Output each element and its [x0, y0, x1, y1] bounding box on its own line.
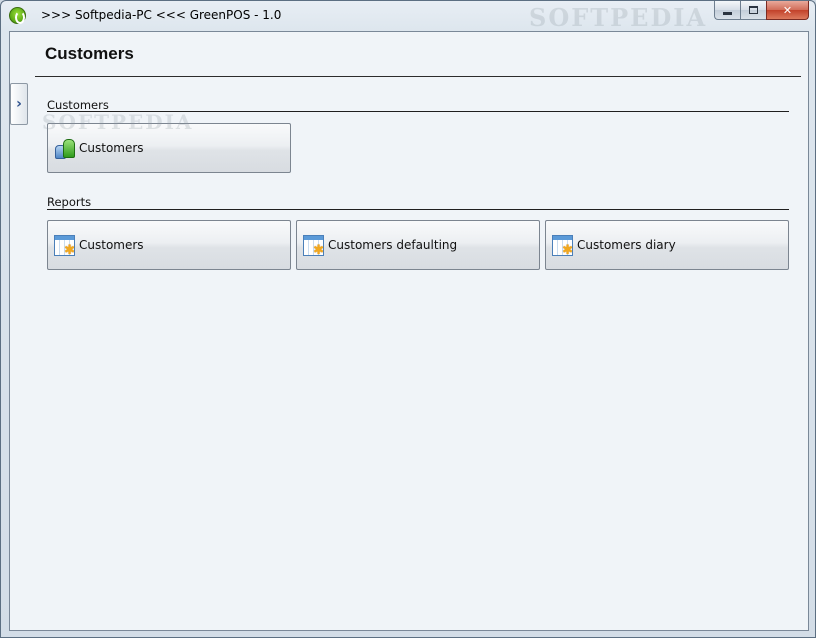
maximize-icon	[749, 6, 758, 14]
tile-label: Customers	[79, 141, 144, 155]
tile-report-customers-defaulting[interactable]: Customers defaulting	[296, 220, 540, 270]
tile-label: Customers	[79, 238, 144, 252]
close-button[interactable]: ✕	[766, 1, 809, 20]
report-icon	[54, 234, 75, 257]
window-controls: ✕	[714, 1, 809, 21]
group-divider-reports	[47, 209, 789, 210]
page-title: Customers	[45, 44, 134, 63]
group-label-customers: Customers	[47, 98, 109, 112]
window-title: >>> Softpedia-PC <<< GreenPOS - 1.0	[41, 8, 282, 22]
main-panel: › Customers Customers Customers SOFTPEDI…	[9, 31, 809, 631]
minimize-icon	[723, 11, 732, 15]
group-divider-customers	[47, 111, 789, 112]
maximize-button[interactable]	[740, 1, 766, 20]
tile-customers[interactable]: Customers	[47, 123, 291, 173]
users-icon	[54, 138, 75, 159]
close-icon: ✕	[782, 3, 793, 17]
tile-report-customers[interactable]: Customers	[47, 220, 291, 270]
tile-label: Customers diary	[577, 238, 676, 252]
report-icon	[303, 234, 324, 257]
group-label-reports: Reports	[47, 195, 92, 209]
tile-label: Customers defaulting	[328, 238, 458, 252]
title-bar[interactable]: >>> Softpedia-PC <<< GreenPOS - 1.0 SOFT…	[1, 1, 815, 32]
greenpos-logo-icon[interactable]	[9, 7, 26, 24]
report-icon	[552, 234, 573, 257]
tile-report-customers-diary[interactable]: Customers diary	[545, 220, 789, 270]
softpedia-watermark: SOFTPEDIA	[529, 3, 708, 32]
expand-sidebar-button[interactable]: ›	[10, 83, 28, 125]
chevron-right-icon: ›	[16, 96, 22, 112]
title-divider	[35, 76, 801, 77]
minimize-button[interactable]	[714, 1, 740, 20]
app-window: >>> Softpedia-PC <<< GreenPOS - 1.0 SOFT…	[0, 0, 816, 638]
